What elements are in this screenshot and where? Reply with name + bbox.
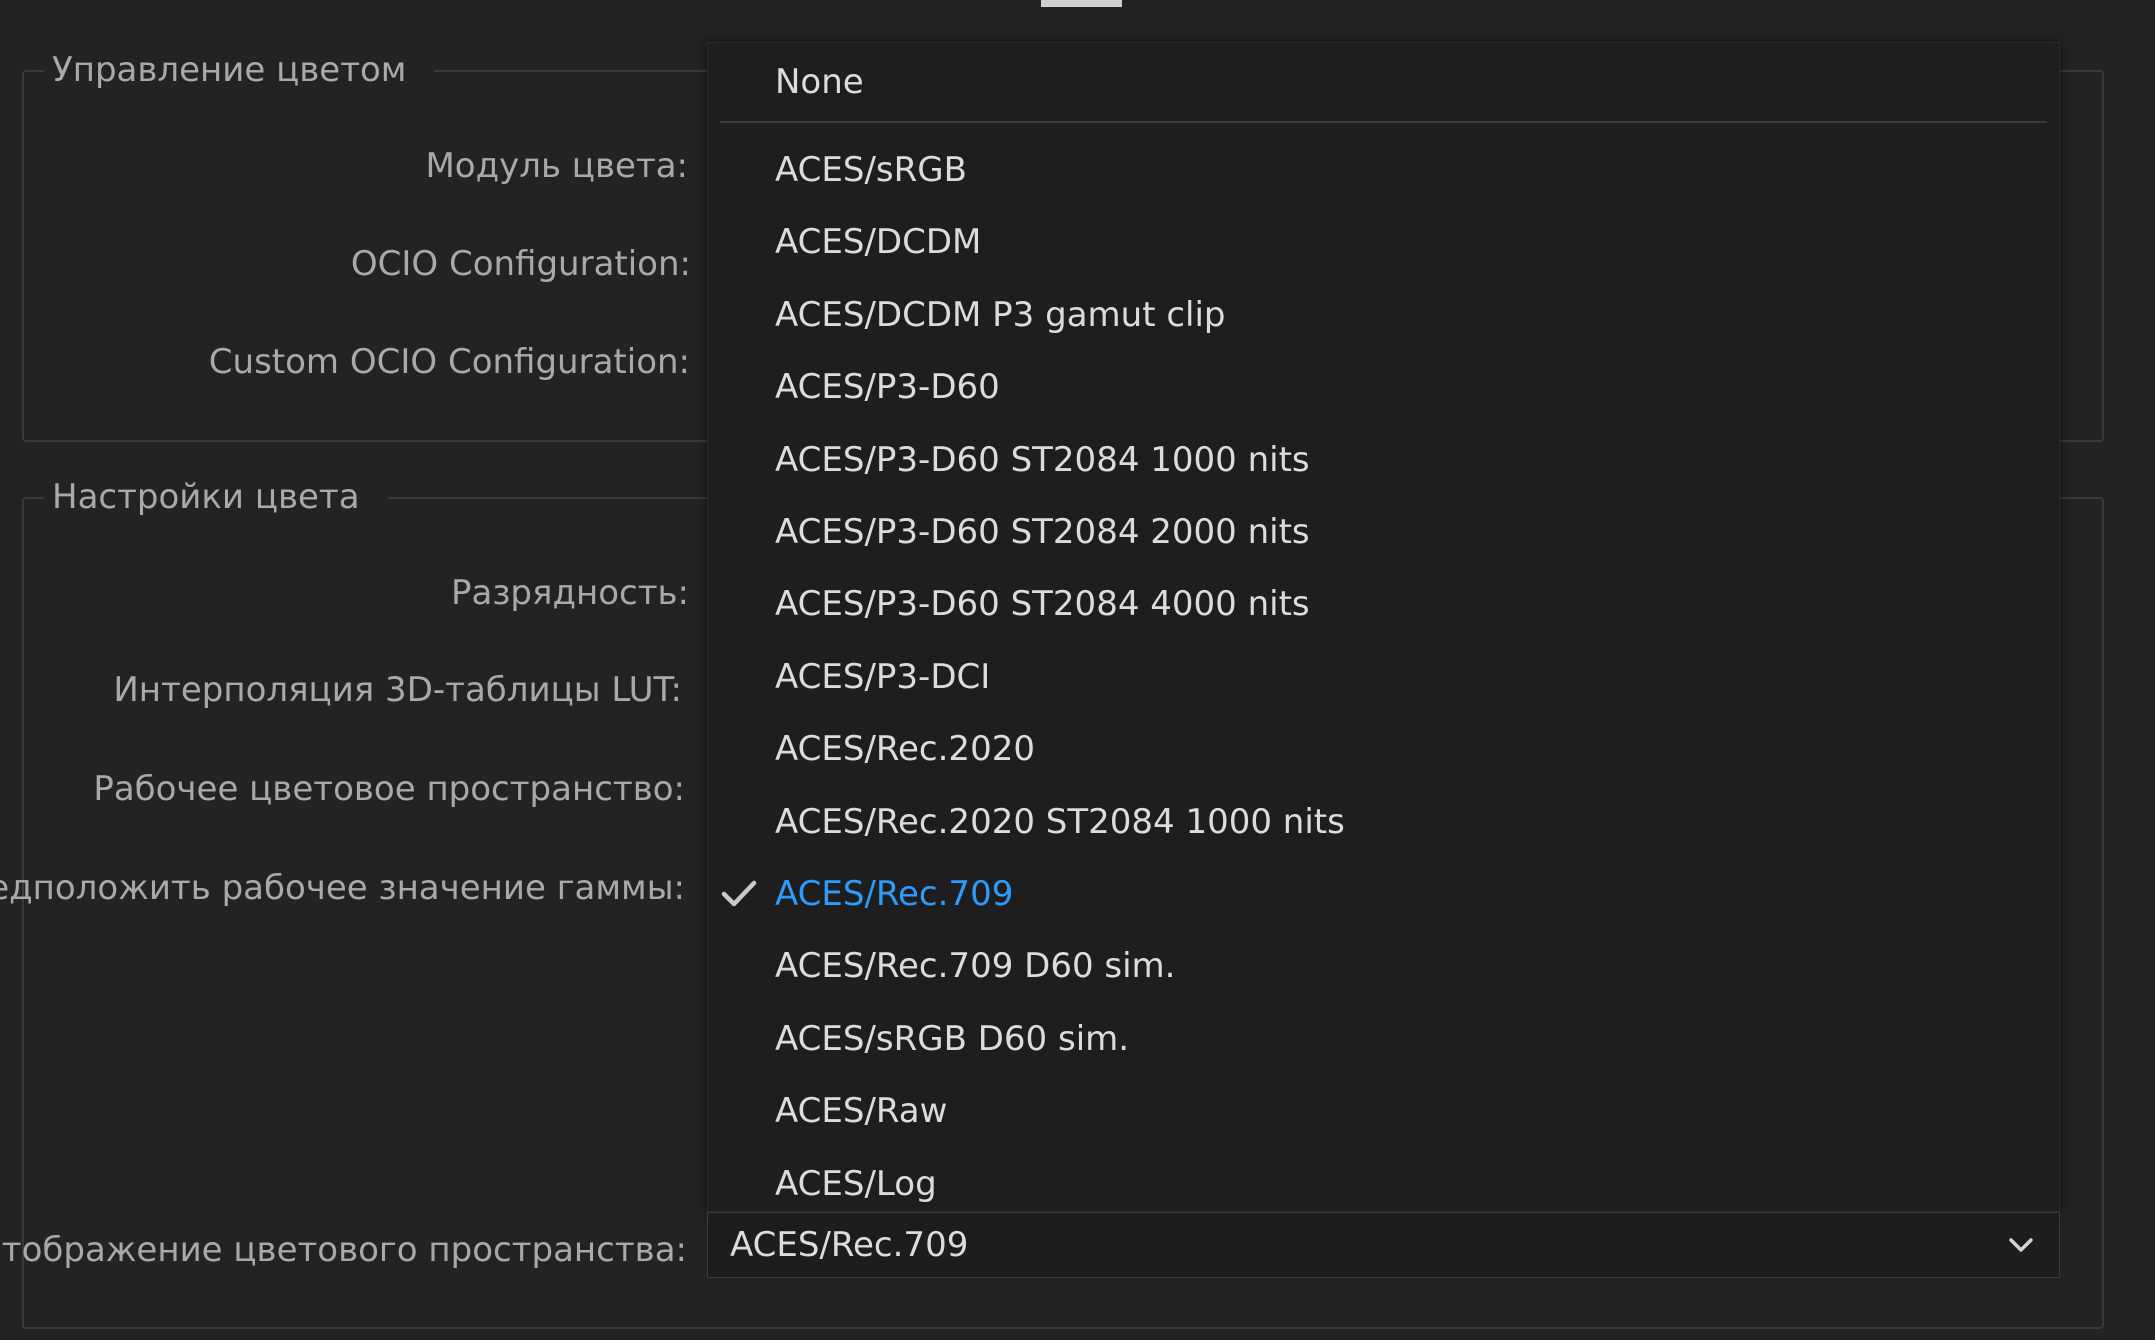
menu-item-aces-srgb[interactable]: ACES/sRGB: [708, 139, 2059, 201]
menu-item-label: ACES/Rec.2020 ST2084 1000 nits: [775, 802, 1345, 842]
menu-item-label: None: [775, 62, 864, 102]
display-color-space-value: ACES/Rec.709: [730, 1225, 969, 1265]
color-engine-label: Модуль цвета:: [425, 146, 688, 186]
ocio-configuration-label: OCIO Configuration:: [350, 244, 691, 284]
menu-item-aces-p3-dci[interactable]: ACES/P3-DCI: [708, 646, 2059, 708]
menu-item-aces-p3-d60[interactable]: ACES/P3-D60: [708, 356, 2059, 418]
display-color-space-label: Отображение цветового пространства:: [0, 1230, 687, 1270]
bit-depth-label: Разрядность:: [451, 573, 689, 613]
menu-separator: [720, 121, 2047, 123]
working-color-space-label: Рабочее цветовое пространство:: [93, 769, 685, 809]
menu-item-label: ACES/DCDM P3 gamut clip: [775, 295, 1226, 335]
menu-item-label: ACES/sRGB D60 sim.: [775, 1019, 1130, 1059]
active-tab-indicator: [1041, 0, 1122, 7]
color-management-legend: Управление цветом: [44, 48, 435, 92]
custom-ocio-configuration-label: Custom OCIO Configuration:: [208, 342, 690, 382]
menu-item-aces-rec2020[interactable]: ACES/Rec.2020: [708, 718, 2059, 780]
menu-item-label: ACES/P3-D60 ST2084 1000 nits: [775, 440, 1310, 480]
color-settings-legend: Настройки цвета: [44, 475, 388, 519]
menu-item-aces-p3-d60-st2084-4000[interactable]: ACES/P3-D60 ST2084 4000 nits: [708, 573, 2059, 635]
menu-item-aces-p3-d60-st2084-2000[interactable]: ACES/P3-D60 ST2084 2000 nits: [708, 501, 2059, 563]
menu-item-none[interactable]: None: [708, 51, 2059, 113]
menu-item-label: ACES/DCDM: [775, 222, 982, 262]
assume-working-gamma-label: Предположить рабочее значение гаммы:: [0, 868, 685, 908]
chevron-down-icon[interactable]: [2007, 1233, 2035, 1257]
menu-item-aces-dcdm-p3-gamut-clip[interactable]: ACES/DCDM P3 gamut clip: [708, 284, 2059, 346]
menu-item-label: ACES/Raw: [775, 1091, 948, 1131]
menu-item-label: ACES/P3-D60 ST2084 2000 nits: [775, 512, 1310, 552]
preferences-panel: Управление цветом Модуль цвета: OCIO Con…: [0, 0, 2155, 1340]
menu-item-label: ACES/Rec.709 D60 sim.: [775, 946, 1176, 986]
menu-item-aces-p3-d60-st2084-1000[interactable]: ACES/P3-D60 ST2084 1000 nits: [708, 429, 2059, 491]
menu-item-label: ACES/P3-D60: [775, 367, 1000, 407]
display-color-space-select[interactable]: ACES/Rec.709: [707, 1212, 2060, 1278]
menu-item-aces-rec2020-st2084-1000[interactable]: ACES/Rec.2020 ST2084 1000 nits: [708, 791, 2059, 853]
menu-item-label: ACES/P3-D60 ST2084 4000 nits: [775, 584, 1310, 624]
menu-item-label: ACES/sRGB: [775, 150, 967, 190]
menu-item-label: ACES/Log: [775, 1164, 937, 1204]
checkmark-icon: [721, 880, 757, 907]
display-color-space-menu[interactable]: None ACES/sRGB ACES/DCDM ACES/DCDM P3 ga…: [707, 42, 2060, 1212]
menu-item-aces-dcdm[interactable]: ACES/DCDM: [708, 211, 2059, 273]
menu-item-label: ACES/P3-DCI: [775, 657, 991, 697]
menu-item-aces-srgb-d60-sim[interactable]: ACES/sRGB D60 sim.: [708, 1008, 2059, 1070]
menu-item-aces-raw[interactable]: ACES/Raw: [708, 1080, 2059, 1142]
menu-item-label: ACES/Rec.2020: [775, 729, 1035, 769]
menu-item-aces-rec709-d60-sim[interactable]: ACES/Rec.709 D60 sim.: [708, 935, 2059, 997]
menu-item-label: ACES/Rec.709: [775, 874, 1014, 914]
menu-item-aces-log[interactable]: ACES/Log: [708, 1153, 2059, 1215]
menu-item-aces-rec709[interactable]: ACES/Rec.709: [708, 863, 2059, 925]
lut-interpolation-label: Интерполяция 3D-таблицы LUT:: [113, 670, 682, 710]
